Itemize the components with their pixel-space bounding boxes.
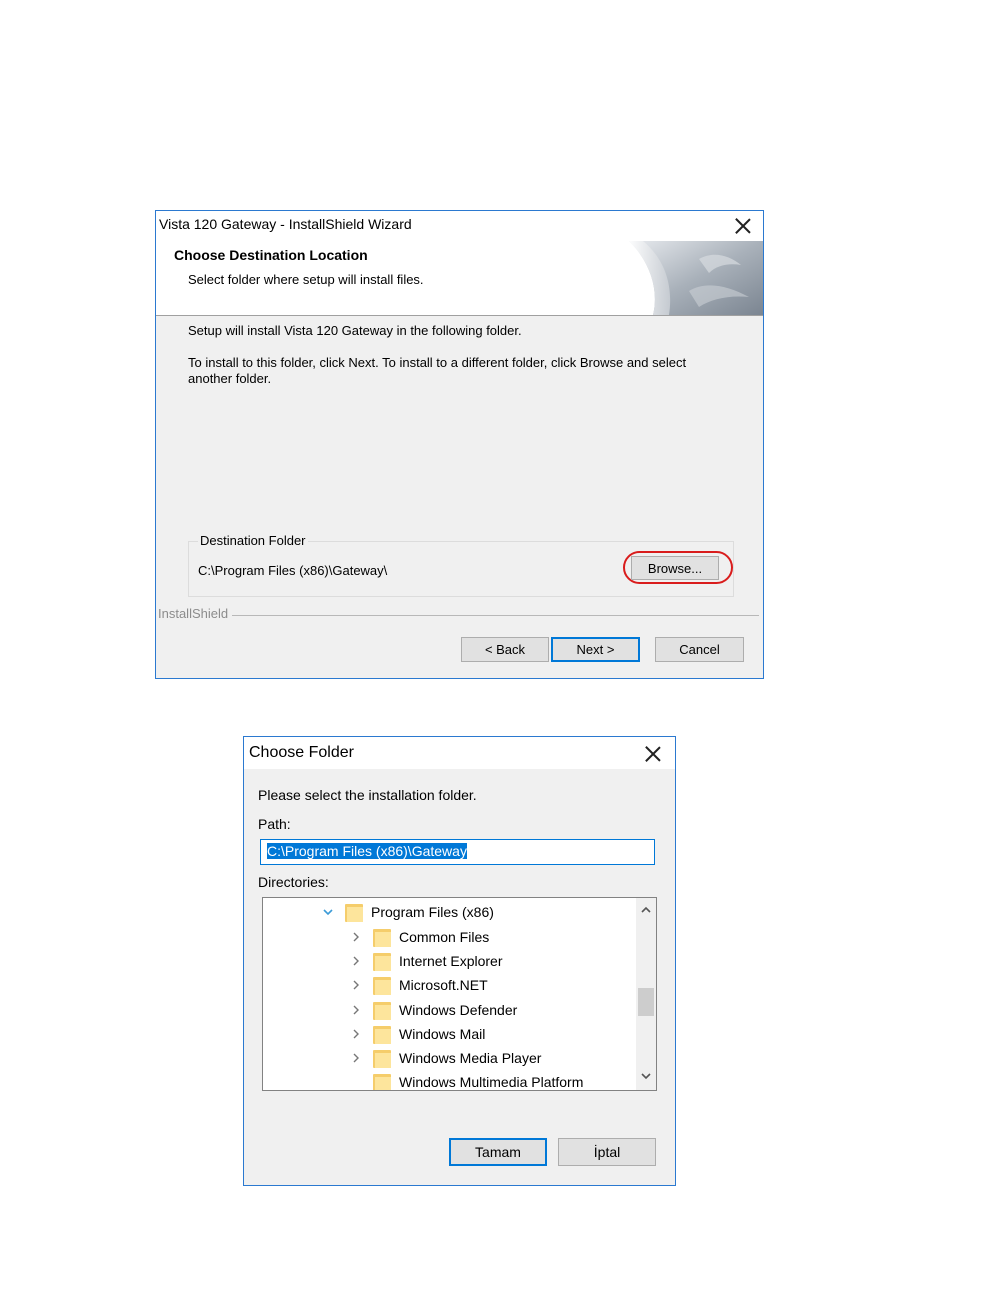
scrollbar-thumb[interactable]	[638, 988, 654, 1016]
path-input[interactable]: C:\Program Files (x86)\Gateway	[260, 839, 655, 865]
wizard-title: Vista 120 Gateway - InstallShield Wizard	[159, 216, 412, 232]
tree-item-label: Program Files (x86)	[371, 904, 494, 920]
choose-folder-title: Choose Folder	[249, 744, 354, 761]
tree-item-label: Windows Media Player	[399, 1050, 542, 1066]
tree-scrollbar[interactable]	[636, 898, 656, 1090]
chevron-right-icon[interactable]	[351, 1053, 361, 1063]
tree-item-label: Common Files	[399, 929, 490, 945]
tree-item-label: Windows Mail	[399, 1026, 486, 1042]
chevron-right-icon[interactable]	[351, 1005, 361, 1015]
choose-folder-titlebar: Choose Folder	[244, 737, 675, 769]
tree-item-label: Windows Multimedia Platform	[399, 1074, 584, 1090]
chevron-right-icon[interactable]	[351, 956, 361, 966]
folder-icon	[373, 975, 391, 995]
directories-tree[interactable]: Program Files (x86) Common Files Interne…	[262, 897, 657, 1091]
tree-item-common-files[interactable]: Common Files	[351, 925, 489, 949]
close-icon[interactable]	[643, 744, 663, 764]
chevron-right-icon[interactable]	[351, 1029, 361, 1039]
chevron-right-icon[interactable]	[351, 932, 361, 942]
select-folder-prompt: Please select the installation folder.	[258, 787, 477, 803]
back-button[interactable]: < Back	[461, 637, 549, 662]
tree-item-label: Microsoft.NET	[399, 977, 488, 993]
brand-divider	[232, 615, 759, 616]
install-info-text: Setup will install Vista 120 Gateway in …	[188, 323, 522, 338]
tree-item-label: Windows Defender	[399, 1002, 518, 1018]
folder-icon	[345, 902, 363, 922]
next-button[interactable]: Next >	[551, 637, 640, 662]
instructions-line-1: To install to this folder, click Next. T…	[188, 355, 687, 370]
folder-icon	[373, 951, 391, 971]
installshield-brand: InstallShield	[158, 606, 229, 621]
folder-icon	[373, 927, 391, 947]
folder-icon	[373, 1000, 391, 1020]
close-icon[interactable]	[733, 216, 753, 236]
scroll-down-icon[interactable]	[641, 1072, 651, 1080]
tree-item-program-files-x86[interactable]: Program Files (x86)	[323, 900, 494, 924]
wizard-header-subtitle: Select folder where setup will install f…	[188, 272, 424, 287]
path-label: Path:	[258, 816, 291, 832]
installshield-wizard-dialog: Vista 120 Gateway - InstallShield Wizard…	[155, 210, 764, 679]
tree-item-windows-mail[interactable]: Windows Mail	[351, 1022, 485, 1046]
folder-icon	[373, 1048, 391, 1068]
tree-item-label: Internet Explorer	[399, 953, 503, 969]
cancel-button[interactable]: İptal	[558, 1138, 656, 1166]
tree-item-windows-media-player[interactable]: Windows Media Player	[351, 1046, 541, 1070]
path-input-selected-text: C:\Program Files (x86)\Gateway	[267, 843, 467, 859]
directories-label: Directories:	[258, 874, 329, 890]
cancel-button[interactable]: Cancel	[655, 637, 744, 662]
tree-item-internet-explorer[interactable]: Internet Explorer	[351, 949, 503, 973]
scroll-up-icon[interactable]	[641, 906, 651, 914]
chevron-down-icon[interactable]	[323, 907, 333, 917]
tree-item-windows-multimedia-platform[interactable]: Windows Multimedia Platform	[373, 1070, 584, 1090]
instructions-line-2: another folder.	[188, 371, 272, 386]
tree-item-microsoft-net[interactable]: Microsoft.NET	[351, 973, 488, 997]
wizard-titlebar: Vista 120 Gateway - InstallShield Wizard	[156, 211, 763, 239]
browse-button[interactable]: Browse...	[631, 556, 719, 580]
choose-folder-dialog: Choose Folder Please select the installa…	[243, 736, 676, 1186]
chevron-right-icon[interactable]	[351, 980, 361, 990]
ok-button[interactable]: Tamam	[449, 1138, 547, 1166]
installshield-page-curl-graphic	[629, 241, 763, 315]
folder-icon	[373, 1072, 391, 1090]
destination-folder-label: Destination Folder	[198, 533, 308, 548]
wizard-header-title: Choose Destination Location	[174, 247, 368, 263]
tree-item-windows-defender[interactable]: Windows Defender	[351, 998, 517, 1022]
destination-path: C:\Program Files (x86)\Gateway\	[198, 563, 388, 578]
folder-icon	[373, 1024, 391, 1044]
